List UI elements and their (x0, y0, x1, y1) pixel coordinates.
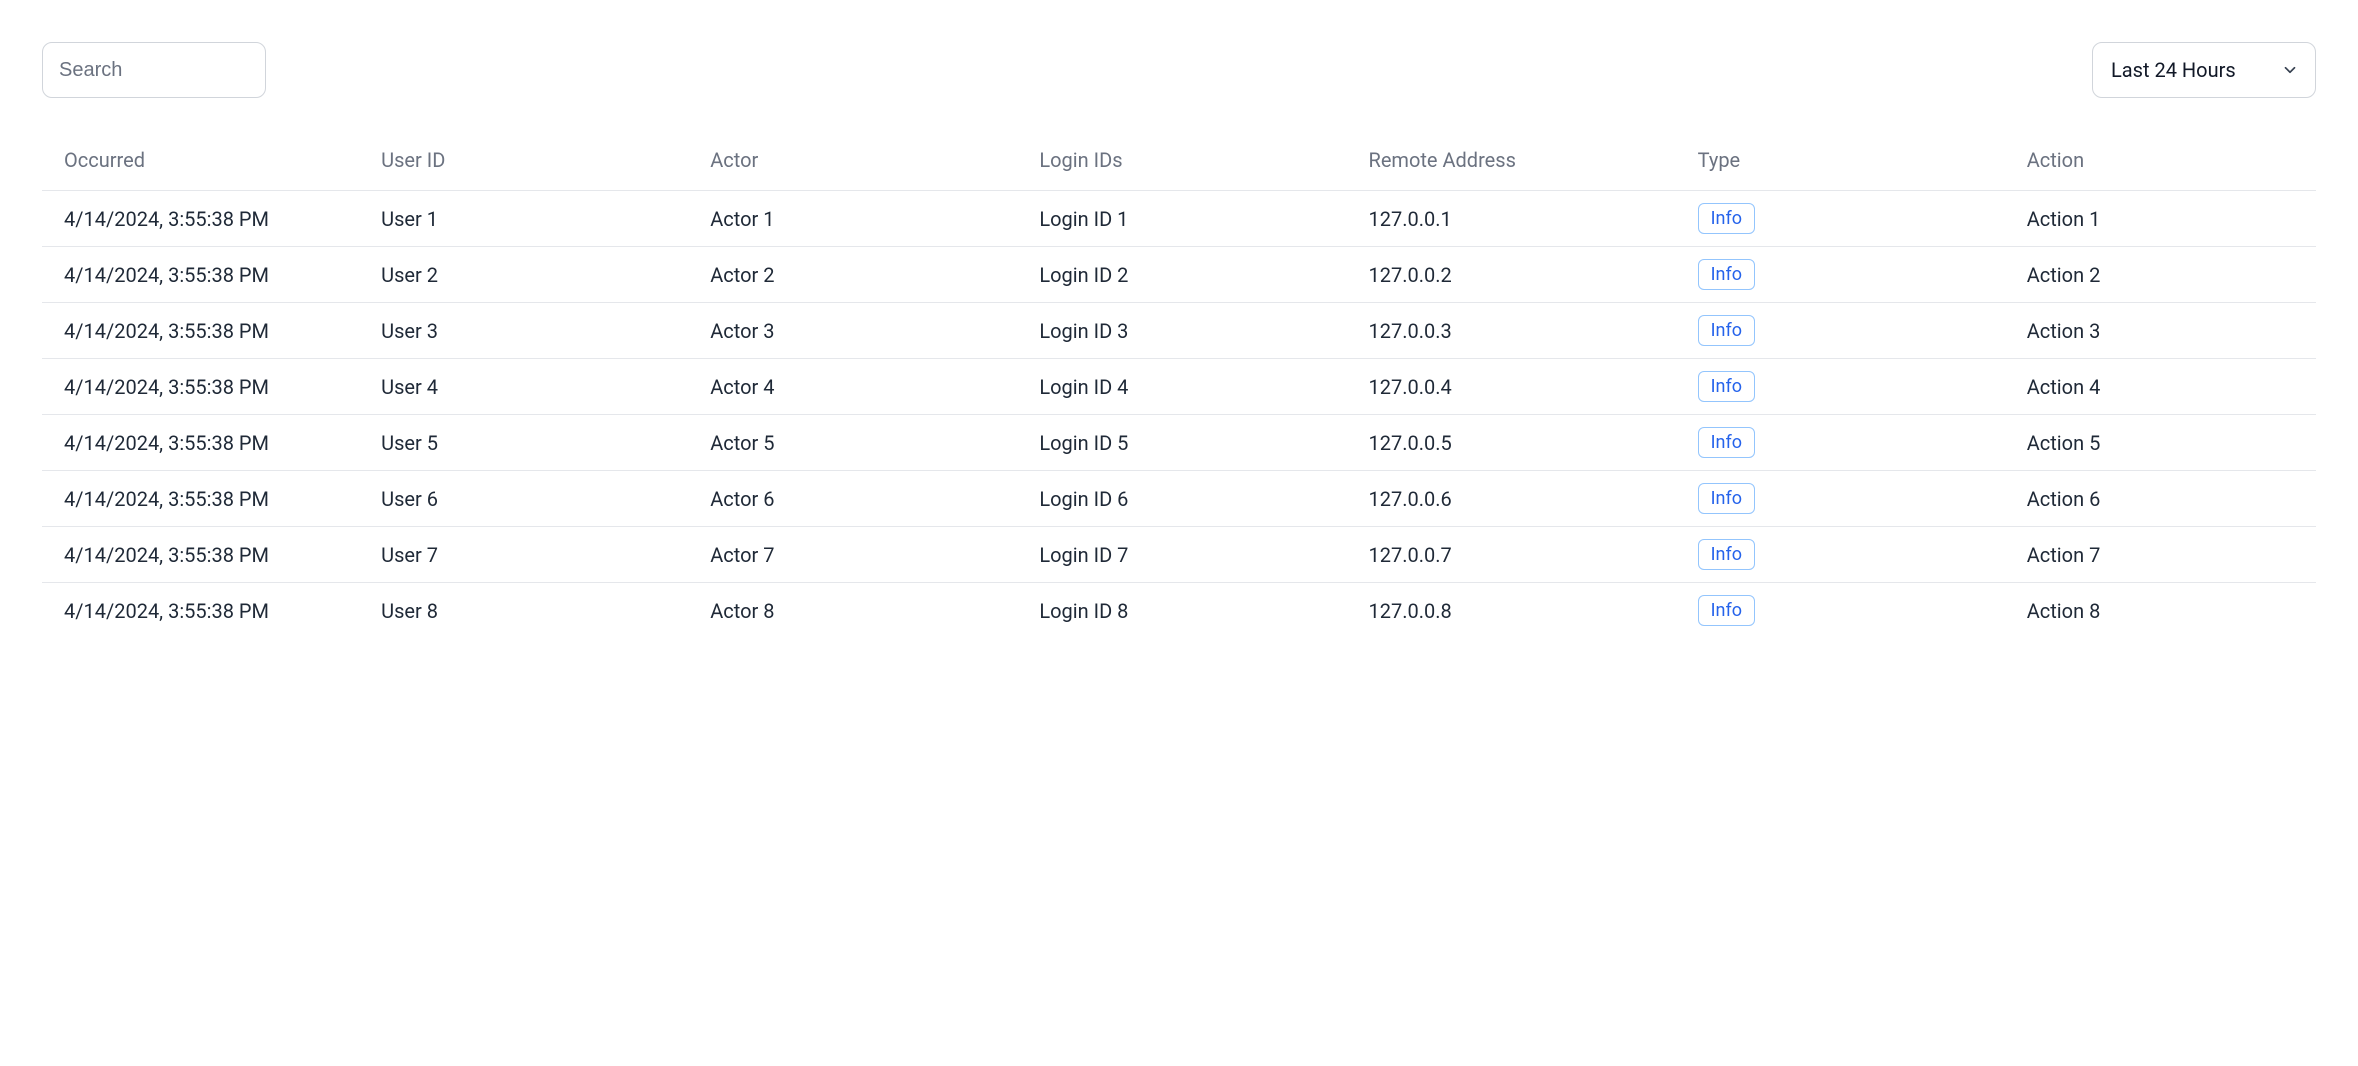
toolbar: Last 24 Hours (42, 42, 2316, 98)
cell-action: Action 7 (2017, 527, 2316, 583)
cell-actor: Actor 7 (700, 527, 1029, 583)
type-badge[interactable]: Info (1698, 483, 1755, 514)
cell-user-id: User 6 (371, 471, 700, 527)
cell-login-ids: Login ID 6 (1029, 471, 1358, 527)
cell-login-ids: Login ID 2 (1029, 247, 1358, 303)
type-badge[interactable]: Info (1698, 259, 1755, 290)
header-login-ids[interactable]: Login IDs (1029, 134, 1358, 191)
cell-action: Action 4 (2017, 359, 2316, 415)
cell-occurred: 4/14/2024, 3:55:38 PM (42, 247, 371, 303)
cell-actor: Actor 2 (700, 247, 1029, 303)
cell-type: Info (1688, 359, 2017, 415)
type-badge[interactable]: Info (1698, 539, 1755, 570)
type-badge[interactable]: Info (1698, 315, 1755, 346)
header-occurred[interactable]: Occurred (42, 134, 371, 191)
cell-actor: Actor 3 (700, 303, 1029, 359)
cell-user-id: User 7 (371, 527, 700, 583)
cell-remote-address: 127.0.0.2 (1359, 247, 1688, 303)
cell-occurred: 4/14/2024, 3:55:38 PM (42, 191, 371, 247)
cell-user-id: User 1 (371, 191, 700, 247)
cell-remote-address: 127.0.0.6 (1359, 471, 1688, 527)
cell-remote-address: 127.0.0.3 (1359, 303, 1688, 359)
cell-action: Action 2 (2017, 247, 2316, 303)
header-type[interactable]: Type (1688, 134, 2017, 191)
cell-actor: Actor 8 (700, 583, 1029, 639)
cell-login-ids: Login ID 8 (1029, 583, 1358, 639)
cell-remote-address: 127.0.0.4 (1359, 359, 1688, 415)
cell-type: Info (1688, 527, 2017, 583)
cell-actor: Actor 5 (700, 415, 1029, 471)
header-action[interactable]: Action (2017, 134, 2316, 191)
cell-action: Action 5 (2017, 415, 2316, 471)
cell-type: Info (1688, 303, 2017, 359)
events-table: Occurred User ID Actor Login IDs Remote … (42, 134, 2316, 638)
type-badge[interactable]: Info (1698, 427, 1755, 458)
table-row[interactable]: 4/14/2024, 3:55:38 PMUser 3Actor 3Login … (42, 303, 2316, 359)
cell-login-ids: Login ID 7 (1029, 527, 1358, 583)
header-user-id[interactable]: User ID (371, 134, 700, 191)
table-row[interactable]: 4/14/2024, 3:55:38 PMUser 6Actor 6Login … (42, 471, 2316, 527)
table-row[interactable]: 4/14/2024, 3:55:38 PMUser 4Actor 4Login … (42, 359, 2316, 415)
cell-occurred: 4/14/2024, 3:55:38 PM (42, 583, 371, 639)
cell-occurred: 4/14/2024, 3:55:38 PM (42, 303, 371, 359)
cell-action: Action 6 (2017, 471, 2316, 527)
cell-type: Info (1688, 471, 2017, 527)
cell-occurred: 4/14/2024, 3:55:38 PM (42, 359, 371, 415)
table-row[interactable]: 4/14/2024, 3:55:38 PMUser 5Actor 5Login … (42, 415, 2316, 471)
cell-action: Action 1 (2017, 191, 2316, 247)
header-remote-address[interactable]: Remote Address (1359, 134, 1688, 191)
time-range-label: Last 24 Hours (2111, 58, 2236, 82)
cell-user-id: User 4 (371, 359, 700, 415)
cell-user-id: User 5 (371, 415, 700, 471)
cell-remote-address: 127.0.0.7 (1359, 527, 1688, 583)
cell-login-ids: Login ID 3 (1029, 303, 1358, 359)
table-row[interactable]: 4/14/2024, 3:55:38 PMUser 7Actor 7Login … (42, 527, 2316, 583)
cell-login-ids: Login ID 5 (1029, 415, 1358, 471)
cell-occurred: 4/14/2024, 3:55:38 PM (42, 527, 371, 583)
search-input[interactable] (42, 42, 266, 98)
cell-actor: Actor 4 (700, 359, 1029, 415)
header-actor[interactable]: Actor (700, 134, 1029, 191)
cell-remote-address: 127.0.0.8 (1359, 583, 1688, 639)
cell-occurred: 4/14/2024, 3:55:38 PM (42, 415, 371, 471)
cell-actor: Actor 1 (700, 191, 1029, 247)
table-row[interactable]: 4/14/2024, 3:55:38 PMUser 2Actor 2Login … (42, 247, 2316, 303)
cell-type: Info (1688, 415, 2017, 471)
cell-action: Action 3 (2017, 303, 2316, 359)
cell-login-ids: Login ID 4 (1029, 359, 1358, 415)
cell-remote-address: 127.0.0.1 (1359, 191, 1688, 247)
cell-type: Info (1688, 247, 2017, 303)
cell-type: Info (1688, 191, 2017, 247)
table-row[interactable]: 4/14/2024, 3:55:38 PMUser 1Actor 1Login … (42, 191, 2316, 247)
table-header-row: Occurred User ID Actor Login IDs Remote … (42, 134, 2316, 191)
time-range-select[interactable]: Last 24 Hours (2092, 42, 2316, 98)
cell-login-ids: Login ID 1 (1029, 191, 1358, 247)
cell-user-id: User 2 (371, 247, 700, 303)
table-row[interactable]: 4/14/2024, 3:55:38 PMUser 8Actor 8Login … (42, 583, 2316, 639)
cell-remote-address: 127.0.0.5 (1359, 415, 1688, 471)
type-badge[interactable]: Info (1698, 595, 1755, 626)
cell-occurred: 4/14/2024, 3:55:38 PM (42, 471, 371, 527)
chevron-down-icon (2281, 61, 2299, 79)
type-badge[interactable]: Info (1698, 371, 1755, 402)
cell-user-id: User 8 (371, 583, 700, 639)
cell-type: Info (1688, 583, 2017, 639)
cell-action: Action 8 (2017, 583, 2316, 639)
type-badge[interactable]: Info (1698, 203, 1755, 234)
cell-user-id: User 3 (371, 303, 700, 359)
cell-actor: Actor 6 (700, 471, 1029, 527)
